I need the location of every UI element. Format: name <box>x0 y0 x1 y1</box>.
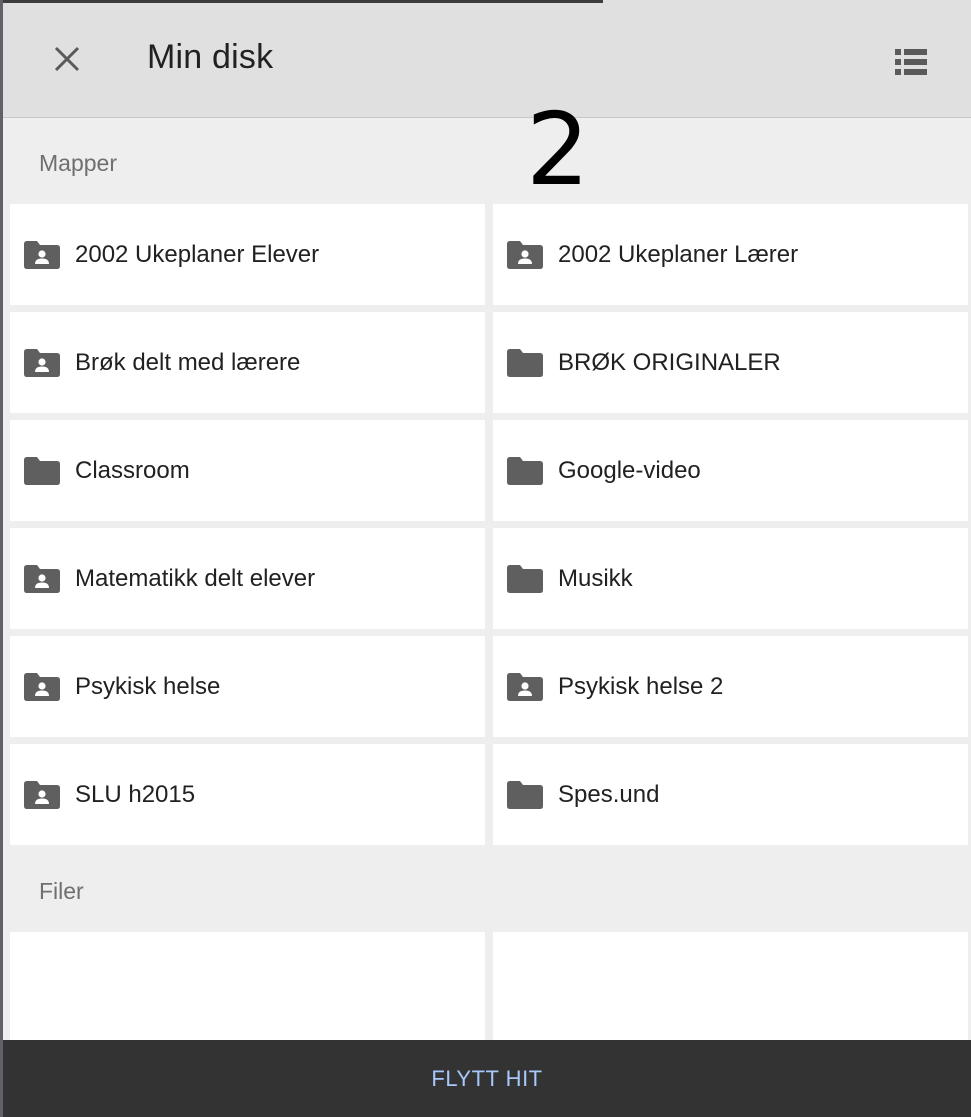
section-label-folders: Mapper <box>39 150 117 176</box>
folder-item[interactable]: Psykisk helse 2 <box>493 636 968 737</box>
move-here-button[interactable]: FLYTT HIT <box>431 1066 542 1092</box>
folder-item[interactable]: SLU h2015 <box>10 744 485 845</box>
folder-name: Google-video <box>558 456 701 484</box>
folder-icon <box>507 780 543 809</box>
move-dialog: Min disk Mapper 2002 Ukeplaner Elever 200… <box>3 0 971 1117</box>
folder-item[interactable]: Classroom <box>10 420 485 521</box>
section-label-files: Filer <box>39 878 84 904</box>
list-view-button[interactable] <box>889 40 933 84</box>
folder-icon <box>507 348 543 377</box>
folder-item[interactable]: 2002 Ukeplaner Lærer <box>493 204 968 305</box>
folder-name: BRØK ORIGINALER <box>558 348 781 376</box>
folder-name: SLU h2015 <box>75 780 196 808</box>
folder-name: Psykisk helse 2 <box>558 672 724 700</box>
shared-folder-icon <box>24 348 60 377</box>
file-tile[interactable] <box>493 932 968 1040</box>
folder-item[interactable]: Google-video <box>493 420 968 521</box>
folder-name: Brøk delt med lærere <box>75 348 301 376</box>
folder-name: 2002 Ukeplaner Lærer <box>558 240 799 268</box>
close-icon <box>54 46 80 72</box>
shared-folder-icon <box>24 672 60 701</box>
folder-name: Classroom <box>75 456 190 484</box>
folder-name: Psykisk helse <box>75 672 221 700</box>
folder-item[interactable]: Psykisk helse <box>10 636 485 737</box>
shared-folder-icon <box>24 564 60 593</box>
close-button[interactable] <box>45 37 89 81</box>
overlay-step-number: 2 <box>526 91 590 208</box>
folder-name: Matematikk delt elever <box>75 564 316 592</box>
folder-item[interactable]: Matematikk delt elever <box>10 528 485 629</box>
list-view-icon <box>895 49 927 75</box>
folder-name: Musikk <box>558 564 633 592</box>
shared-folder-icon <box>507 672 543 701</box>
window-top-edge <box>3 0 603 3</box>
folder-item[interactable]: Brøk delt med lærere <box>10 312 485 413</box>
folder-item[interactable]: Musikk <box>493 528 968 629</box>
shared-folder-icon <box>24 780 60 809</box>
folder-icon <box>24 456 60 485</box>
bottom-action-bar: FLYTT HIT <box>3 1040 971 1117</box>
folder-icon <box>507 456 543 485</box>
folder-item[interactable]: 2002 Ukeplaner Elever <box>10 204 485 305</box>
folder-name: Spes.und <box>558 780 660 808</box>
folder-item[interactable]: Spes.und <box>493 744 968 845</box>
folder-icon <box>507 564 543 593</box>
dialog-header: Min disk <box>3 0 971 118</box>
file-tile[interactable] <box>10 932 485 1040</box>
folder-item[interactable]: BRØK ORIGINALER <box>493 312 968 413</box>
page-title: Min disk <box>147 38 274 76</box>
folder-name: 2002 Ukeplaner Elever <box>75 240 320 268</box>
shared-folder-icon <box>507 240 543 269</box>
shared-folder-icon <box>24 240 60 269</box>
